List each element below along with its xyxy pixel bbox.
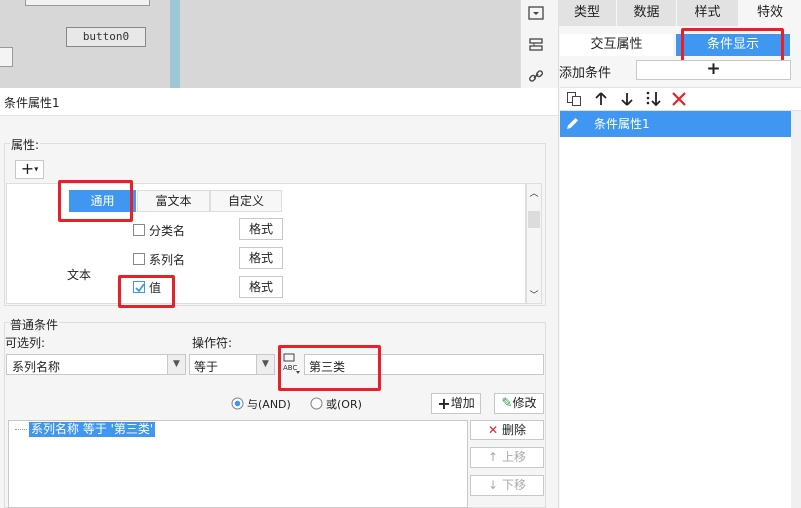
highlight-box [118, 275, 175, 308]
operator-select-value: 等于 [194, 360, 219, 374]
dialog-header [0, 88, 558, 116]
condition-list-item-selected[interactable]: 条件属性1 [560, 111, 791, 137]
dropdown-box-icon[interactable] [528, 6, 544, 20]
scroll-up-icon[interactable]: ︿ [527, 186, 541, 199]
highlight-box [58, 180, 133, 222]
category-name-label: 分类名 [149, 224, 186, 238]
subtab-interaction[interactable]: 交互属性 [560, 34, 673, 56]
arrow-down-icon: ↓ [488, 478, 499, 492]
tab-rich-text[interactable]: 富文本 [137, 190, 210, 212]
link-icon[interactable] [528, 69, 544, 83]
column-select[interactable]: 系列名称 ▼ [6, 354, 186, 375]
layout-icon[interactable] [528, 38, 544, 52]
chevron-down-icon: ▾ [34, 164, 39, 174]
list-scrollbar[interactable] [791, 111, 801, 508]
text-label: 文本 [67, 268, 92, 282]
properties-label: 属性: [10, 136, 41, 153]
category-format-button[interactable]: 格式 [239, 218, 283, 240]
series-name-checkbox[interactable] [133, 253, 145, 265]
delete-button[interactable]: ✕ 删除 [470, 420, 544, 440]
operator-select[interactable]: 等于 ▼ [189, 354, 275, 375]
edit-pencil-icon [567, 118, 578, 129]
chevron-down-icon[interactable]: ▼ [256, 355, 274, 374]
or-label: 或(OR) [326, 398, 362, 411]
condition-tree-item[interactable]: 系列名称 等于 '第三类' [29, 422, 156, 437]
add-property-button[interactable]: +▾ [15, 160, 44, 179]
move-down-button[interactable]: ↓ 下移 [470, 475, 544, 496]
condition-item-label: 条件属性1 [594, 117, 650, 131]
value-format-button[interactable]: 格式 [239, 276, 283, 298]
properties-scrollbar[interactable] [526, 183, 542, 304]
plus-icon: + [437, 394, 451, 413]
tab-type[interactable]: 类型 [558, 0, 616, 26]
delete-icon: ✕ [488, 423, 499, 437]
move-up-icon[interactable] [593, 91, 609, 107]
arrow-up-icon: ↑ [488, 450, 499, 464]
series-name-label: 系列名 [149, 253, 186, 267]
designer-canvas[interactable]: button0 [0, 0, 520, 88]
optional-column-label: 可选列: [5, 336, 46, 350]
modify-icon: ✎ [501, 396, 513, 411]
tab-custom[interactable]: 自定义 [210, 190, 282, 212]
operator-label: 操作符: [192, 336, 233, 350]
canvas-divider [170, 0, 180, 88]
highlight-box [278, 345, 381, 391]
add-condition-button[interactable]: + [636, 60, 791, 80]
tab-data[interactable]: 数据 [617, 0, 676, 26]
canvas-widget[interactable] [25, 0, 150, 6]
category-name-checkbox[interactable] [133, 224, 145, 236]
chevron-down-icon[interactable]: ▼ [167, 355, 185, 374]
or-radio[interactable] [310, 397, 323, 410]
condition-tree[interactable]: 系列名称 等于 '第三类' [8, 420, 468, 508]
copy-icon[interactable] [566, 91, 582, 107]
canvas-widget[interactable] [0, 47, 13, 67]
edit-button[interactable]: ✎修改 [494, 393, 544, 414]
normal-condition-title: 普通条件 [9, 316, 60, 333]
add-condition-label: 添加条件 [559, 66, 612, 81]
move-to-bottom-icon[interactable] [645, 90, 663, 108]
and-radio[interactable] [231, 397, 244, 410]
move-up-button[interactable]: ↑ 上移 [470, 447, 544, 468]
column-select-value: 系列名称 [12, 360, 61, 374]
canvas-button0[interactable]: button0 [66, 27, 146, 47]
scrollbar-thumb[interactable] [528, 211, 540, 228]
tree-connector [15, 421, 27, 430]
delete-icon[interactable] [671, 91, 687, 107]
move-down-icon[interactable] [619, 91, 635, 107]
tab-effects[interactable]: 特效 [739, 0, 801, 26]
and-label: 与(AND) [247, 398, 291, 411]
series-format-button[interactable]: 格式 [239, 247, 283, 269]
condition-list[interactable] [560, 137, 791, 508]
scroll-down-icon[interactable]: ﹀ [527, 288, 541, 301]
dialog-title: 条件属性1 [4, 96, 60, 110]
add-button[interactable]: +增加 [431, 393, 481, 414]
tab-style[interactable]: 样式 [677, 0, 738, 26]
